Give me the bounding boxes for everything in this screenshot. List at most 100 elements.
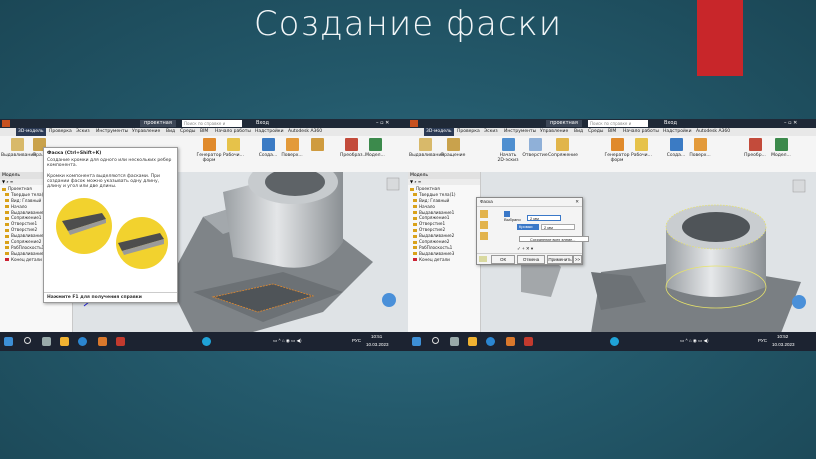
setback-toggles[interactable]: ✓ + ✕ ▾ <box>517 246 533 252</box>
clock-date[interactable]: 10.03.2023 <box>772 342 795 347</box>
tray-icons[interactable]: ▭ ^ ⌂ ◉ ▭ ◀) <box>680 338 708 344</box>
search-input[interactable]: Поиск по справке и командам <box>182 120 242 133</box>
search-icon[interactable] <box>24 337 31 344</box>
menu-manage[interactable]: Управление <box>540 129 568 134</box>
inventor-app-icon[interactable] <box>2 120 10 127</box>
login-link[interactable]: Вход <box>660 120 681 127</box>
preserve-features-option[interactable]: Сохранение всех элеме... <box>519 236 589 242</box>
edge-selector[interactable]: Выбрано <box>504 211 526 222</box>
edge-icon[interactable] <box>486 337 495 346</box>
menu-tools[interactable]: Инструменты <box>504 129 536 134</box>
surface-button[interactable]: Поверх... <box>688 138 712 158</box>
window-controls[interactable]: – ▫ ✕ <box>784 120 797 126</box>
acrobat-icon[interactable] <box>524 337 533 346</box>
extrude-button[interactable]: Выдавливание <box>1 138 36 158</box>
search-icon[interactable] <box>432 337 439 344</box>
edge-icon[interactable] <box>78 337 87 346</box>
edges-button[interactable]: Кромки <box>517 224 539 230</box>
menu-sketch[interactable]: Эскиз <box>76 129 90 134</box>
search-input[interactable]: Поиск по справке и командам <box>588 120 648 133</box>
language-indicator[interactable]: РУС <box>758 338 767 343</box>
menu-view[interactable]: Вид <box>574 129 583 134</box>
menu-sketch[interactable]: Эскиз <box>484 129 498 134</box>
extrude-button[interactable]: Выдавливание <box>409 138 444 158</box>
menu-check[interactable]: Проверка <box>49 129 72 134</box>
menu-view[interactable]: Вид <box>166 129 175 134</box>
hole-button[interactable]: Отверстие <box>522 138 548 158</box>
menu-envs[interactable]: Среды <box>180 129 195 134</box>
model-button[interactable]: Модел... <box>770 138 792 158</box>
distance2-input[interactable]: 2 мм <box>541 224 575 230</box>
extrude-icon <box>413 234 417 238</box>
create-button[interactable]: Созда... <box>664 138 688 158</box>
origin-icon <box>5 205 9 209</box>
apply-button[interactable]: Применить <box>547 255 573 264</box>
form-generator-button[interactable]: Генератор форм <box>604 138 630 163</box>
form-generator-button[interactable]: Генератор форм <box>196 138 222 163</box>
pattern-icon <box>310 138 324 151</box>
browser-tree: Проектная Твердые тела(1) Вид: Главный Н… <box>408 185 480 263</box>
clock-time[interactable]: 10:52 <box>777 334 788 339</box>
task-view-icon[interactable] <box>42 337 51 346</box>
acrobat-icon[interactable] <box>116 337 125 346</box>
work-features-button[interactable]: Рабочи... <box>631 138 652 158</box>
menu-manage[interactable]: Управление <box>132 129 160 134</box>
clock-time[interactable]: 10:51 <box>371 334 382 339</box>
help-icon[interactable] <box>479 256 487 262</box>
document-tab[interactable]: проектная <box>140 120 176 127</box>
tree-item[interactable]: Конец детали <box>410 257 480 263</box>
two-distance-chamfer-icon[interactable] <box>480 232 488 240</box>
more-button[interactable]: >> <box>573 255 582 264</box>
revolve-button[interactable]: Вращение <box>441 138 465 158</box>
distance-input[interactable]: 2 мм <box>527 215 561 221</box>
create-button[interactable]: Созда... <box>256 138 280 158</box>
close-icon[interactable]: ✕ <box>575 199 579 205</box>
inventor-task-icon[interactable] <box>98 337 107 346</box>
document-tab[interactable]: проектная <box>546 120 582 127</box>
login-link[interactable]: Вход <box>252 120 273 127</box>
convert-button[interactable]: Преобраз... <box>340 138 367 158</box>
extrude-icon <box>413 211 417 215</box>
model-button[interactable]: Модел... <box>364 138 386 158</box>
explorer-icon[interactable] <box>468 337 477 346</box>
help-icon[interactable] <box>202 337 211 346</box>
help-icon[interactable] <box>610 337 619 346</box>
start-2d-sketch-button[interactable]: Начать 2D-эскиз <box>496 138 520 163</box>
menu-addins[interactable]: Надстройки <box>663 129 692 134</box>
menu-tools[interactable]: Инструменты <box>96 129 128 134</box>
menu-bim[interactable]: BIM <box>608 129 616 134</box>
surface-button[interactable]: Поверх... <box>280 138 304 158</box>
menu-a360[interactable]: Autodesk A360 <box>696 129 730 134</box>
menu-3d-model[interactable]: 3D-модель <box>424 128 454 136</box>
menu-addins[interactable]: Надстройки <box>255 129 284 134</box>
start-icon[interactable] <box>4 337 13 346</box>
ok-button[interactable]: ОК <box>491 255 515 264</box>
form-generator-icon <box>202 138 216 151</box>
angle-chamfer-icon[interactable] <box>480 221 488 229</box>
menu-getting-started[interactable]: Начало работы <box>623 129 659 134</box>
chamfer-type-icons[interactable] <box>480 210 489 246</box>
distance-chamfer-icon[interactable] <box>480 210 488 218</box>
tray-icons[interactable]: ▭ ^ ⌂ ◉ ▭ ◀) <box>273 338 301 344</box>
revolve-icon <box>446 138 460 151</box>
language-indicator[interactable]: РУС <box>352 338 361 343</box>
start-icon[interactable] <box>412 337 421 346</box>
explorer-icon[interactable] <box>60 337 69 346</box>
pattern-button[interactable] <box>306 138 328 153</box>
menu-3d-model[interactable]: 3D-модель <box>16 128 46 136</box>
menu-check[interactable]: Проверка <box>457 129 480 134</box>
convert-button[interactable]: Преобр... <box>744 138 766 158</box>
work-features-button[interactable]: Рабочи... <box>223 138 244 158</box>
task-view-icon[interactable] <box>450 337 459 346</box>
fillet-button[interactable]: Сопряжение <box>548 138 578 158</box>
cancel-button[interactable]: Отмена <box>517 255 545 264</box>
menu-getting-started[interactable]: Начало работы <box>215 129 251 134</box>
clock-date[interactable]: 10.03.2023 <box>366 342 389 347</box>
inventor-app-icon[interactable] <box>410 120 418 127</box>
window-controls[interactable]: – ▫ ✕ <box>376 120 389 126</box>
browser-title[interactable]: Модель <box>408 172 480 179</box>
inventor-task-icon[interactable] <box>506 337 515 346</box>
menu-bim[interactable]: BIM <box>200 129 208 134</box>
menu-a360[interactable]: Autodesk A360 <box>288 129 322 134</box>
menu-envs[interactable]: Среды <box>588 129 603 134</box>
